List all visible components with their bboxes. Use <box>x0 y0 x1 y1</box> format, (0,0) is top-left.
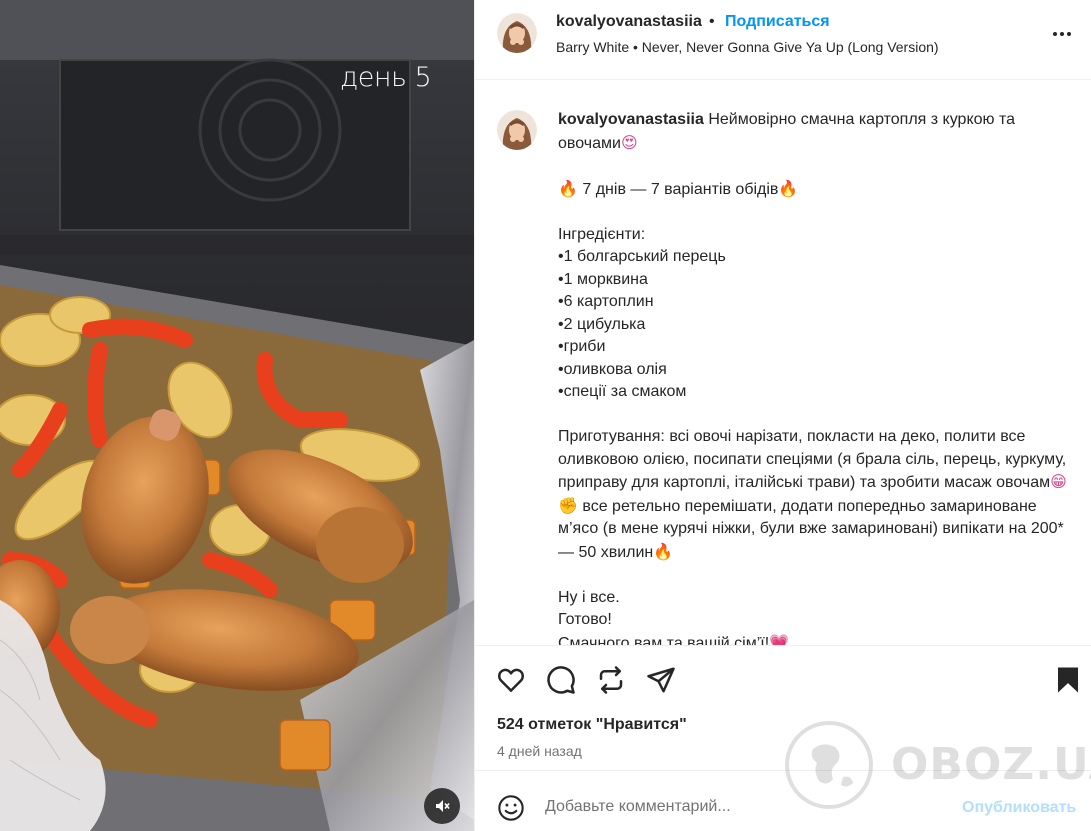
mute-icon <box>436 800 450 812</box>
post-timestamp[interactable]: 4 дней назад <box>497 743 582 759</box>
share-button[interactable] <box>646 665 676 695</box>
ingredient-item: •оливкова олія <box>558 360 667 378</box>
comment-input[interactable] <box>545 795 945 819</box>
likes-count[interactable]: 524 отметок "Нравится" <box>497 716 687 734</box>
outro-line: Готово! <box>558 611 612 628</box>
preparation-text-cont: все ретельно перемішати, додати попередн… <box>558 497 1069 561</box>
ingredient-item: •гриби <box>558 338 606 355</box>
heart-icon <box>498 668 524 692</box>
avatar[interactable] <box>497 13 537 53</box>
save-button[interactable] <box>1053 665 1083 695</box>
more-options-button[interactable] <box>1053 28 1077 40</box>
header-separator: • <box>709 13 715 30</box>
caption-avatar[interactable] <box>497 110 537 150</box>
caption-area: kovalyovanastasiia Неймовірно смачна кар… <box>475 80 1091 645</box>
comment-bar: Опубликовать <box>475 770 1091 831</box>
grin-emoji: 😁 <box>1050 472 1067 491</box>
mute-button[interactable] <box>424 788 460 824</box>
comment-button[interactable] <box>546 665 576 695</box>
heart-emoji: 💗 <box>769 632 790 646</box>
more-icon <box>1053 32 1057 36</box>
ingredient-item: •1 болгарський перець <box>558 248 726 265</box>
emoji-button[interactable] <box>497 794 525 822</box>
fist-emoji: ✊ <box>558 495 578 515</box>
fire-emoji: 🔥 <box>653 541 674 561</box>
media-caption: день 5 <box>340 62 432 93</box>
caption-username[interactable]: kovalyovanastasiia <box>558 111 704 128</box>
ingredient-item: •2 цибулька <box>558 315 646 333</box>
media-photo <box>0 0 474 831</box>
outro-line: Ну і все. <box>558 588 620 606</box>
fire-emoji: 🔥 <box>778 178 799 198</box>
caption-series: 7 днів — 7 варіантів обідів <box>582 180 779 198</box>
ingredients-title: Інгредієнти: <box>558 225 646 243</box>
share-icon <box>647 667 675 693</box>
caption-text: kovalyovanastasiia Неймовірно смачна кар… <box>558 109 1068 645</box>
post-header: kovalyovanastasiia • Подписаться Barry W… <box>475 0 1091 80</box>
ingredient-item: •1 морквина <box>558 270 648 288</box>
heart-eyes-emoji: 😍 <box>620 132 638 152</box>
like-button[interactable] <box>496 665 526 695</box>
follow-button[interactable]: Подписаться <box>725 13 830 31</box>
music-info[interactable]: Barry White • Never, Never Gonna Give Ya… <box>556 39 939 55</box>
preparation-text: Приготування: всі овочі нарізати, поклас… <box>558 428 1071 491</box>
emoji-icon <box>498 795 524 821</box>
action-bar: 524 отметок "Нравится" 4 дней назад <box>475 645 1091 765</box>
fire-emoji: 🔥 <box>558 178 578 198</box>
ingredient-item: •спеції за смаком <box>558 383 687 400</box>
repost-icon <box>599 666 623 694</box>
post-comment-button[interactable]: Опубликовать <box>962 799 1076 817</box>
post-panel: kovalyovanastasiia • Подписаться Barry W… <box>474 0 1091 831</box>
header-username[interactable]: kovalyovanastasiia <box>556 13 702 31</box>
outro-line: Смачного вам та вашій сім’ї! <box>558 634 770 646</box>
bookmark-icon <box>1058 667 1078 693</box>
comment-icon <box>547 666 575 694</box>
ingredient-item: •6 картоплин <box>558 293 654 310</box>
repost-button[interactable] <box>596 665 626 695</box>
post-media[interactable]: день 5 <box>0 0 474 831</box>
